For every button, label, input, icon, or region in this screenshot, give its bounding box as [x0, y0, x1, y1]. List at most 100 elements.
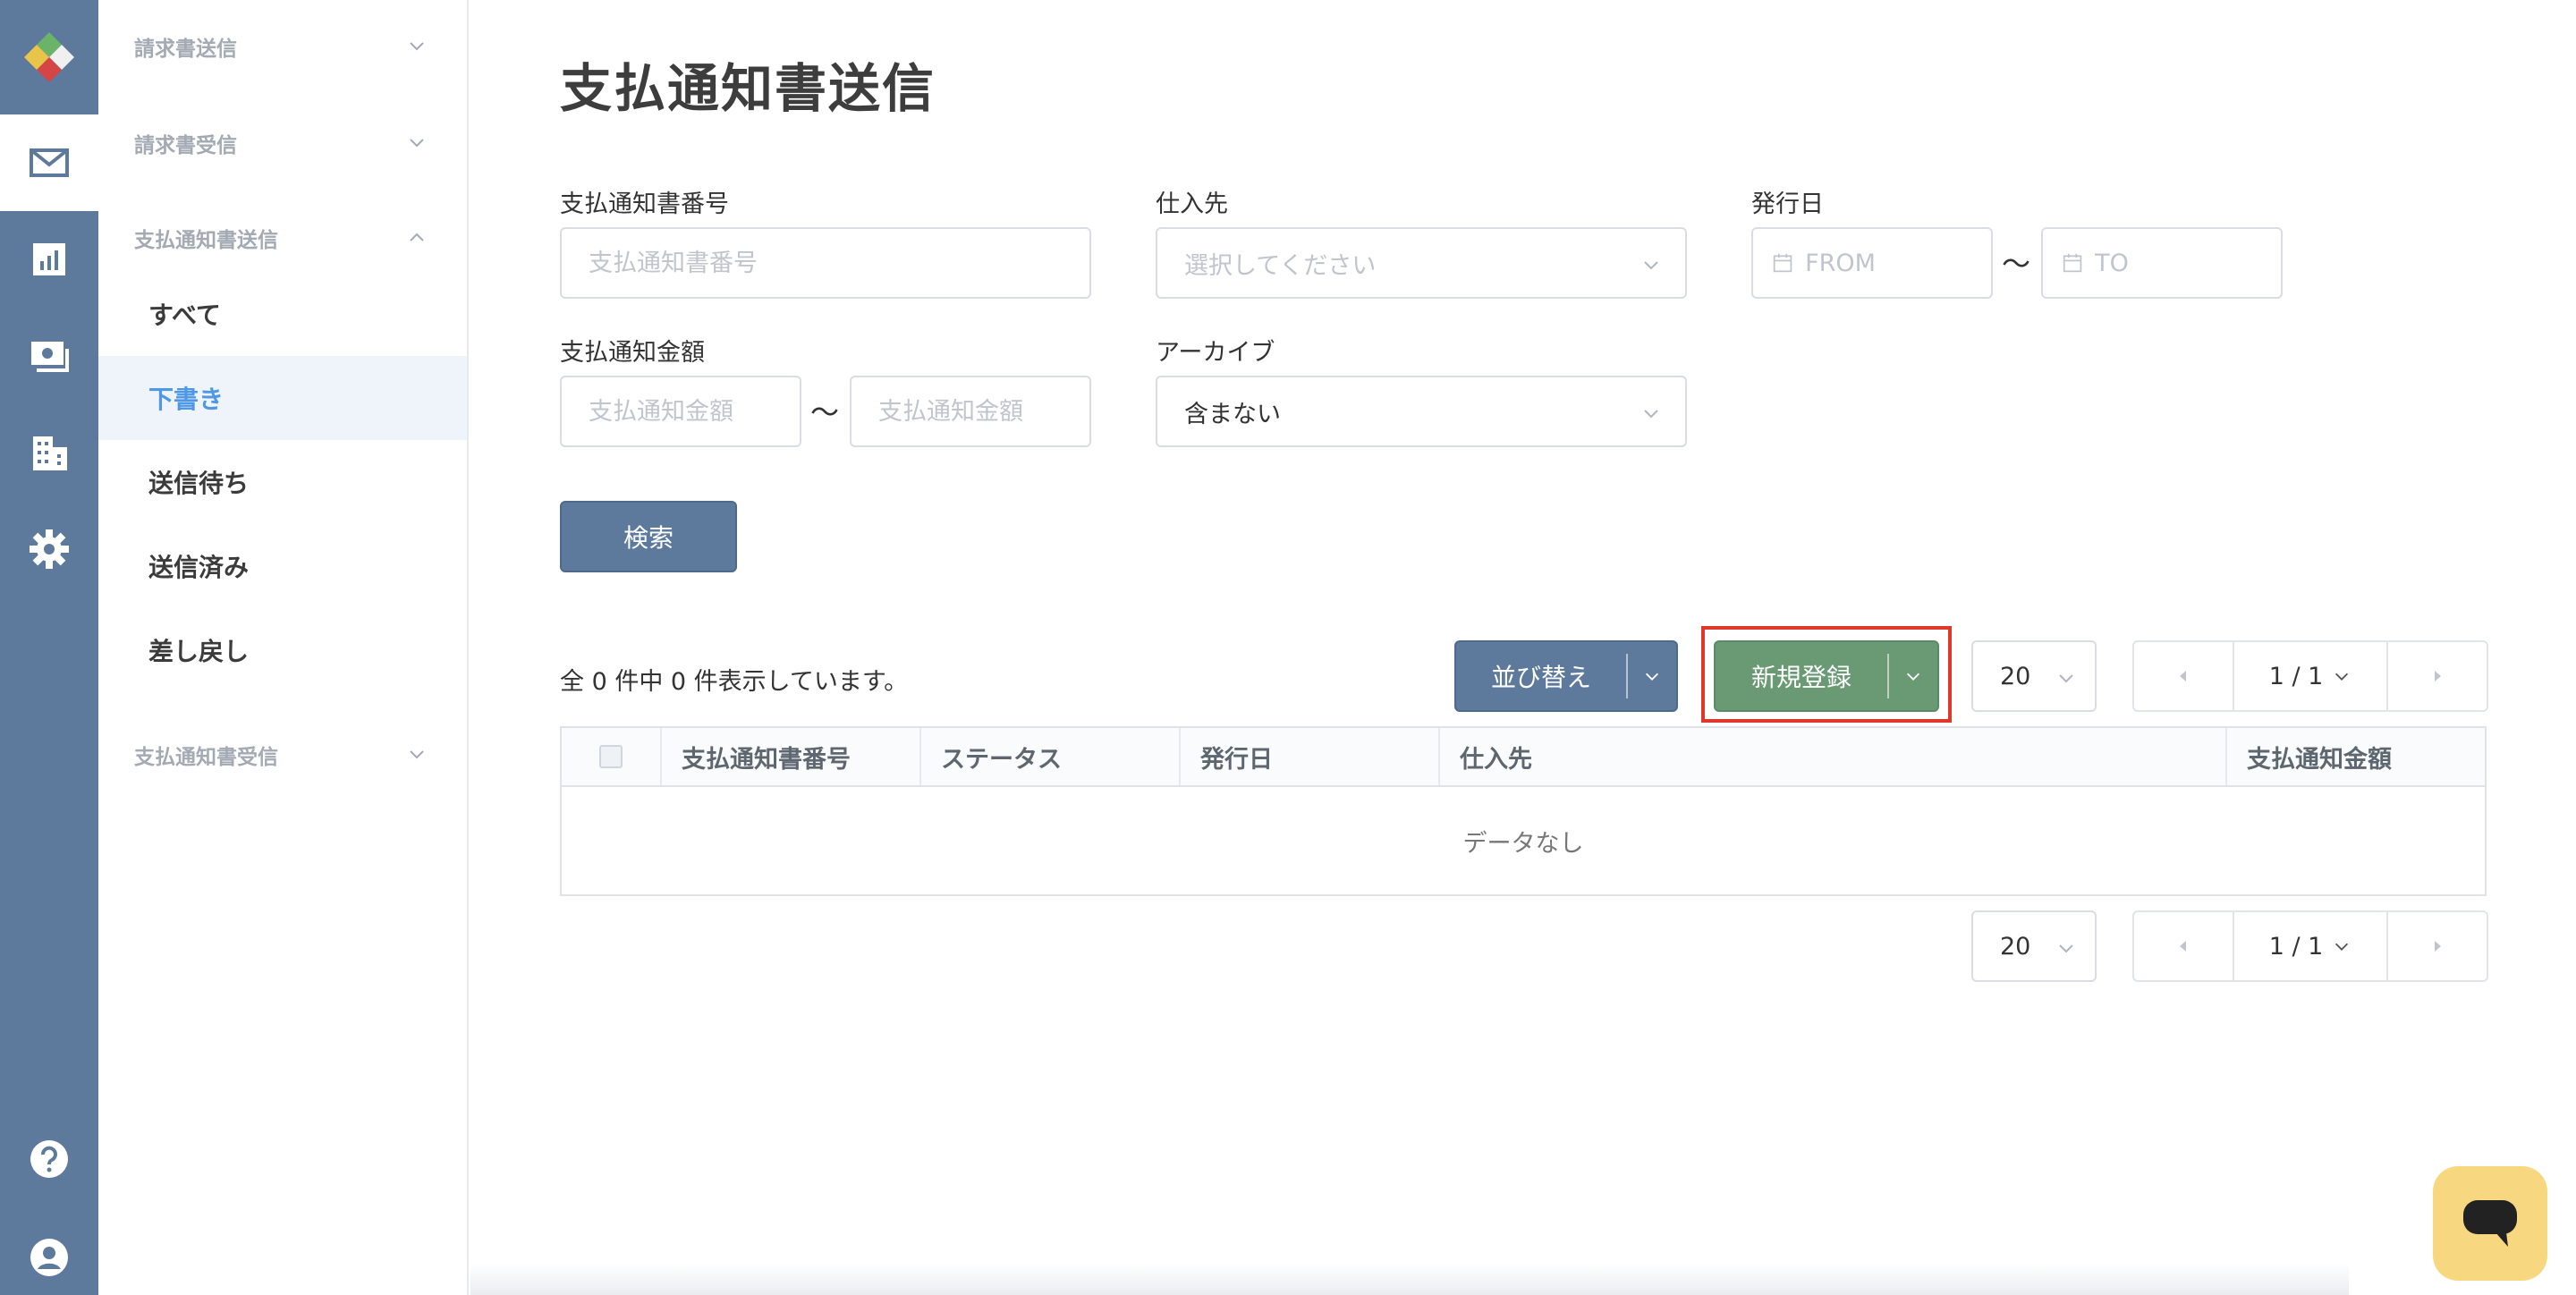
icon-rail	[0, 0, 98, 1295]
rail-item-mail[interactable]	[0, 114, 98, 211]
pagination-bottom: 1 / 1	[2132, 910, 2488, 982]
search-button[interactable]: 検索	[560, 501, 737, 572]
column-header[interactable]: ステータス	[919, 728, 1179, 785]
date-range-separator: 〜	[2002, 247, 2031, 281]
chat-button[interactable]	[2433, 1166, 2547, 1281]
page-indicator: 1 / 1	[2268, 932, 2324, 961]
column-header[interactable]: 支払通知金額	[2225, 728, 2485, 785]
amount-min-input[interactable]	[589, 397, 800, 426]
sidebar-group-payment-receive[interactable]: 支払通知書受信	[98, 728, 467, 782]
money-icon	[31, 342, 69, 372]
sidebar-item-returned[interactable]: 差し戻し	[98, 608, 467, 692]
chevron-down-icon	[410, 139, 424, 148]
chevron-down-icon	[410, 750, 424, 759]
select-all-checkbox[interactable]	[599, 745, 623, 768]
chevron-down-icon	[1645, 673, 1659, 681]
sort-button-label: 並び替え	[1490, 663, 1591, 692]
calendar-icon	[2063, 253, 2082, 273]
sidebar-item-label: すべて	[148, 300, 221, 330]
issue-date-label: 発行日	[1751, 190, 1824, 218]
sidebar-item-all[interactable]: すべて	[98, 272, 467, 356]
building-icon	[33, 436, 67, 470]
page-size-select-bottom[interactable]: 20	[1971, 910, 2097, 982]
rail-item-help[interactable]	[0, 1111, 98, 1207]
sidebar-item-draft[interactable]: 下書き	[98, 356, 467, 440]
page-select[interactable]: 1 / 1	[2233, 642, 2388, 710]
calendar-icon	[1773, 253, 1792, 273]
sidebar-item-pending[interactable]: 送信待ち	[98, 440, 467, 524]
prev-page-button[interactable]	[2134, 642, 2233, 710]
date-from-input-wrap[interactable]	[1751, 227, 1993, 299]
number-label: 支払通知書番号	[560, 190, 729, 218]
sidebar-group-payment-send[interactable]: 支払通知書送信	[98, 211, 467, 265]
amount-max-input[interactable]	[878, 397, 1089, 426]
sort-button[interactable]: 並び替え	[1454, 640, 1678, 712]
caret-right-icon	[2435, 941, 2441, 952]
next-page-button[interactable]	[2388, 642, 2487, 710]
date-to-input-wrap[interactable]	[2041, 227, 2283, 299]
caret-right-icon	[2435, 671, 2441, 681]
page-size-select[interactable]: 20	[1971, 640, 2097, 712]
sidebar-group-label: 請求書送信	[134, 38, 237, 61]
chevron-down-icon	[2335, 943, 2349, 951]
main-content: 支払通知書送信 支払通知書番号 仕入先 選択してください 発行日 〜 支払通知金…	[470, 0, 2576, 1295]
bottom-shadow	[470, 1263, 2349, 1295]
chevron-down-icon	[2335, 673, 2349, 681]
sidebar-group-invoice-receive[interactable]: 請求書受信	[98, 116, 467, 170]
sort-dropdown-toggle[interactable]	[1628, 666, 1676, 686]
rail-item-reports[interactable]	[0, 211, 98, 308]
app-logo[interactable]	[0, 0, 98, 114]
table-header: 支払通知書番号 ステータス 発行日 仕入先 支払通知金額	[562, 728, 2485, 787]
chevron-down-icon	[2059, 674, 2073, 683]
date-from-input[interactable]	[1805, 249, 1991, 277]
prev-page-button[interactable]	[2134, 912, 2233, 980]
rail-item-account[interactable]	[0, 1209, 98, 1295]
logo-icon	[24, 32, 74, 82]
page-size-value: 20	[2000, 662, 2031, 690]
archive-label: アーカイブ	[1156, 339, 1275, 367]
page-size-value: 20	[2000, 932, 2031, 961]
chevron-down-icon	[1906, 673, 1920, 681]
page-select[interactable]: 1 / 1	[2233, 912, 2388, 980]
sidebar-group-invoice-send[interactable]: 請求書送信	[98, 20, 467, 73]
sidebar-group-label: 支払通知書送信	[134, 229, 278, 252]
chevron-up-icon	[410, 233, 424, 241]
new-dropdown-toggle[interactable]	[1889, 666, 1937, 686]
sidebar-item-sent[interactable]: 送信済み	[98, 524, 467, 608]
empty-state: データなし	[1462, 829, 1584, 858]
column-header[interactable]: 仕入先	[1438, 728, 2225, 785]
sidebar-item-label: 差し戻し	[148, 637, 250, 666]
column-header[interactable]: 発行日	[1179, 728, 1438, 785]
chevron-down-icon	[410, 42, 424, 51]
chat-icon	[2463, 1200, 2517, 1247]
next-page-button[interactable]	[2388, 912, 2487, 980]
user-icon	[30, 1239, 68, 1276]
date-to-input[interactable]	[2095, 249, 2281, 277]
column-header[interactable]: 支払通知書番号	[660, 728, 919, 785]
new-register-label: 新規登録	[1750, 663, 1852, 692]
select-all-cell	[562, 728, 660, 785]
page-indicator: 1 / 1	[2268, 662, 2324, 690]
archive-value: 含まない	[1184, 400, 1281, 428]
help-icon	[30, 1140, 68, 1178]
sidebar-item-label: 下書き	[148, 385, 225, 414]
rail-item-settings[interactable]	[0, 501, 98, 597]
archive-select[interactable]: 含まない	[1156, 376, 1687, 447]
supplier-select[interactable]: 選択してください	[1156, 227, 1687, 299]
number-input-wrap	[560, 227, 1091, 299]
amount-range-separator: 〜	[810, 395, 840, 429]
sidebar-group-label: 請求書受信	[134, 134, 237, 157]
caret-left-icon	[2180, 941, 2186, 952]
rail-item-payments[interactable]	[0, 308, 98, 404]
supplier-placeholder: 選択してください	[1184, 251, 1377, 280]
page-title: 支払通知書送信	[560, 58, 936, 119]
number-input[interactable]	[589, 249, 1089, 277]
new-register-button[interactable]: 新規登録	[1714, 640, 1939, 712]
sidebar-item-label: 送信済み	[148, 553, 250, 582]
sidebar-group-label: 支払通知書受信	[134, 746, 278, 769]
chevron-down-icon	[2059, 944, 2073, 953]
rail-item-company[interactable]	[0, 404, 98, 501]
pagination-top: 1 / 1	[2132, 640, 2488, 712]
amount-min-wrap	[560, 376, 801, 447]
caret-left-icon	[2180, 671, 2186, 681]
